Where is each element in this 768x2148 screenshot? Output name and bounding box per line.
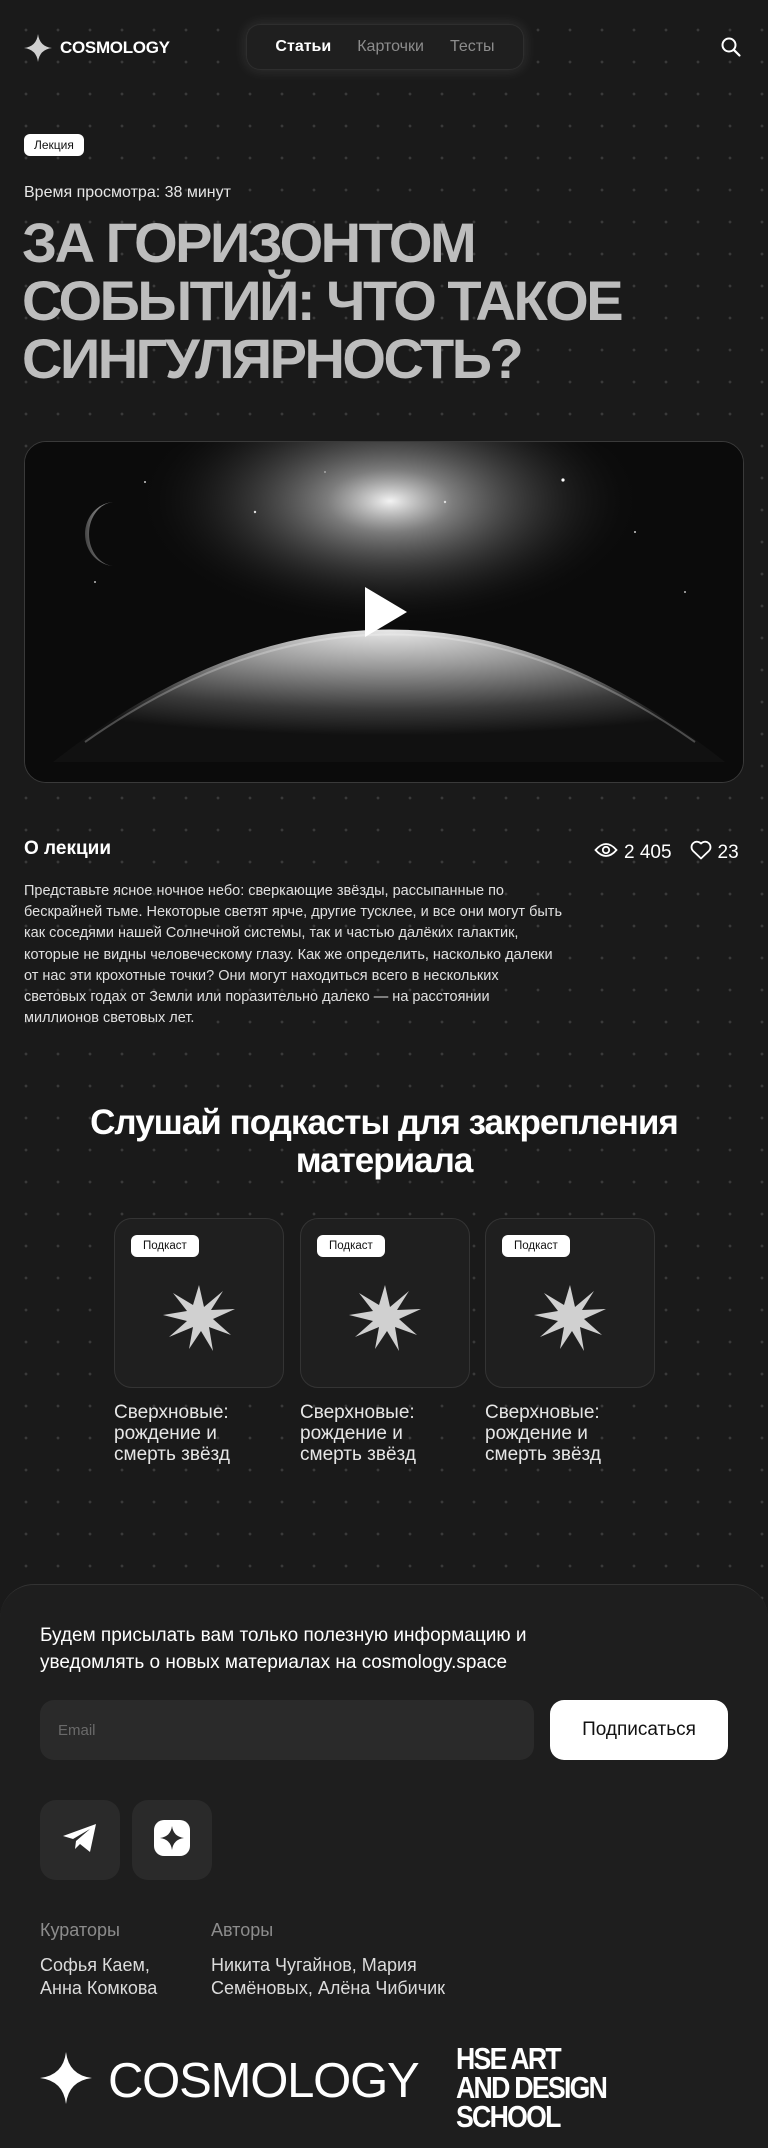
views-counter: 2 405 [594,842,672,864]
star-icon [40,2052,92,2109]
podcast-cover[interactable]: Подкаст [485,1218,655,1388]
nav-item-articles[interactable]: Статьи [275,38,331,56]
star-icon [24,34,52,62]
subscribe-text: Будем присылать вам только полезную инфо… [40,1625,527,1673]
supernova-icon [345,1277,425,1362]
nav-item-cards[interactable]: Карточки [357,38,424,56]
logo-text: COSMOLOGY [60,38,170,57]
supernova-icon [159,1277,239,1362]
podcast-cover[interactable]: Подкаст [114,1218,284,1388]
curators-names: Софья Каем, Анна Комкова [40,1955,158,1998]
footer-logo-text: COSMOLOGY [108,2053,420,2108]
eye-icon [594,842,618,864]
lecture-stats: 2 405 23 [594,840,739,866]
email-field[interactable] [40,1700,534,1760]
about-text: Представьте ясное ночное небо: сверкающи… [24,883,562,1027]
podcast-cover[interactable]: Подкаст [300,1218,470,1388]
logo[interactable]: COSMOLOGY [24,34,170,62]
likes-count: 23 [717,842,739,863]
likes-counter[interactable]: 23 [690,840,739,866]
sparkle-app-button[interactable] [132,1800,212,1880]
search-icon[interactable] [720,36,742,63]
podcast-title[interactable]: Сверхновые: рождение и смерть звёзд [114,1402,282,1465]
podcast-badge: Подкаст [502,1235,570,1257]
lecture-tag: Лекция [24,134,84,156]
authors-label: Авторы [211,1920,274,1940]
podcast-card[interactable]: Подкаст Сверхновые: рождение и смерть зв… [300,1218,470,1465]
main-nav: Статьи Карточки Тесты [246,24,524,70]
telegram-icon [61,1822,99,1859]
podcast-card[interactable]: Подкаст Сверхновые: рождение и смерть зв… [114,1218,284,1465]
watch-duration: Время просмотра: 38 минут [24,184,231,201]
authors-names: Никита Чугайнов, Мария Семёновых, Алёна … [211,1955,446,1998]
telegram-button[interactable] [40,1800,120,1880]
nav-item-tests[interactable]: Тесты [450,38,495,56]
views-count: 2 405 [624,842,672,863]
video-player[interactable] [24,441,744,783]
school-logo: HSE ART AND DESIGN SCHOOL [456,2041,608,2134]
podcast-badge: Подкаст [317,1235,385,1257]
page-title: За горизонтом событий: что такое сингуля… [22,211,624,390]
curators-label: Кураторы [40,1920,120,1940]
supernova-icon [530,1277,610,1362]
heart-icon[interactable] [690,840,712,866]
footer-logo[interactable]: COSMOLOGY [40,2052,420,2109]
podcast-card[interactable]: Подкаст Сверхновые: рождение и смерть зв… [485,1218,655,1465]
podcast-badge: Подкаст [131,1235,199,1257]
subscribe-button[interactable]: Подписаться [550,1700,728,1760]
podcast-title[interactable]: Сверхновые: рождение и смерть звёзд [300,1402,468,1465]
podcasts-heading: Слушай подкасты для закрепления материал… [90,1103,679,1180]
about-heading: О лекции [24,838,111,859]
podcast-title[interactable]: Сверхновые: рождение и смерть звёзд [485,1402,653,1465]
sparkle-icon [152,1818,192,1863]
